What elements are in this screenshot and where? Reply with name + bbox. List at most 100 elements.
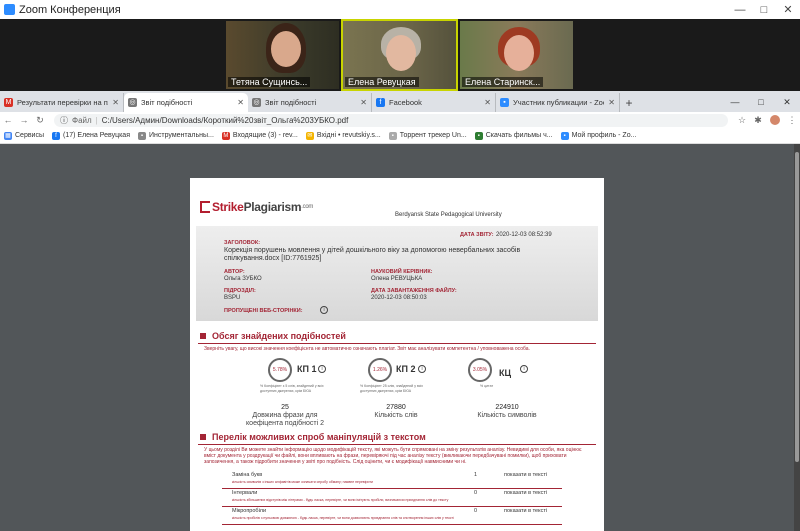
close-tab-icon[interactable]: ✕	[112, 98, 119, 107]
pdf-page: Strike Plagiarism .com Berdyansk State Ped…	[190, 178, 604, 531]
division-name: BSPU	[224, 295, 241, 301]
bookmark-item[interactable]: ▪ Скачать фильмы ч...	[474, 131, 553, 140]
extensions-icon[interactable]: ✱	[750, 115, 766, 126]
close-tab-icon[interactable]: ✕	[608, 98, 615, 107]
kp2-circle: 1.26%	[368, 358, 392, 382]
divider	[222, 524, 562, 525]
document-icon: ◎	[128, 98, 137, 107]
section-bullet-icon	[200, 434, 206, 440]
star-icon[interactable]: ☆	[734, 115, 750, 126]
kp1-note: % Коефіцієнт з 5 слів, знайдений у всіх …	[260, 384, 324, 393]
globe-icon: ◎	[252, 98, 261, 107]
tab-zoom[interactable]: ▪ Участник публикации - Zoom ✕	[496, 93, 620, 112]
report-date: 2020-12-03 08:52:39	[496, 232, 552, 238]
participant-name: Тетяна Сущинсь...	[228, 77, 311, 87]
kc-label: КЦ	[499, 368, 512, 378]
minimize-button[interactable]: —	[722, 93, 748, 112]
divider	[198, 444, 596, 445]
tab-facebook[interactable]: f Facebook ✕	[372, 93, 496, 112]
word-count-label: Кількість слів	[374, 412, 418, 419]
new-tab-button[interactable]: +	[620, 93, 638, 112]
participant-name: Елена Ревуцкая	[345, 77, 419, 87]
close-tab-icon[interactable]: ✕	[484, 98, 491, 107]
bookmark-item[interactable]: ▪ Торрент трекер Un...	[388, 131, 467, 140]
phrase-length-label: Довжина фрази для коефіцента подібності …	[246, 412, 324, 427]
divider: |	[95, 115, 98, 125]
bookmark-item[interactable]: f (17) Елена Ревуцкая	[52, 131, 130, 140]
word-count-value: 27880	[386, 404, 406, 411]
info-icon[interactable]: i	[418, 365, 426, 373]
section-note: Зверніть увагу, що високі значення коефі…	[204, 346, 530, 352]
url-input[interactable]: ⓘ Файл | C:/Users/Админ/Downloads/Коротк…	[54, 113, 728, 127]
maximize-button[interactable]: □	[748, 93, 774, 112]
strikeplagiarism-logo: Strike Plagiarism .com	[200, 200, 313, 214]
window-controls: — □ ✕	[722, 93, 800, 112]
upload-date: 2020-12-03 08:50:03	[371, 295, 427, 301]
show-in-text-link[interactable]: показати в тексті	[504, 490, 547, 496]
author-label: АВТОР:	[224, 269, 245, 275]
participant-video-tile[interactable]: Елена Старинск...	[460, 21, 573, 89]
supervisor-name: Олена РЕВУЦЬКА	[371, 276, 423, 282]
protocol-label: Файл	[72, 115, 92, 125]
pdf-viewer[interactable]: Strike Plagiarism .com Berdyansk State Ped…	[0, 144, 800, 531]
back-arrow-icon[interactable]: ←	[0, 115, 16, 125]
char-count-label: Кількість символів	[477, 412, 537, 419]
divider	[198, 343, 596, 344]
section-bullet-icon	[200, 333, 206, 339]
phrase-length-value: 25	[281, 404, 289, 411]
url-text: C:/Users/Админ/Downloads/Короткий%20звіт…	[101, 115, 349, 125]
video-strip: Тетяна Сущинсь... Елена Ревуцкая Елена С…	[0, 19, 800, 91]
info-icon[interactable]: i	[320, 306, 328, 314]
close-tab-icon[interactable]: ✕	[360, 98, 367, 107]
kp1-label: КП 1	[297, 364, 317, 374]
skipped-pages-label: ПРОПУЩЕНІ ВЕБ-СТОРІНКИ:	[224, 308, 303, 314]
tab-similarity-report[interactable]: ◎ Звіт подібності ✕	[124, 93, 248, 112]
scrollbar-thumb[interactable]	[795, 152, 799, 462]
forward-arrow-icon[interactable]: →	[16, 115, 32, 125]
info-icon[interactable]: i	[520, 365, 528, 373]
bookmark-item[interactable]: M Входящие (3) - rev...	[221, 131, 298, 140]
zoom-title-bar: Zoom Конференция — □ ✕	[0, 0, 800, 19]
info-icon[interactable]: i	[318, 365, 326, 373]
title-label: ЗАГОЛОВОК:	[224, 240, 261, 246]
zoom-logo-icon	[4, 4, 15, 15]
show-in-text-link[interactable]: показати в тексті	[504, 508, 547, 514]
gmail-icon: M	[221, 131, 230, 140]
section-similarity-title: Обсяг знайдених подібностей	[200, 331, 346, 341]
bookmark-item[interactable]: ▪ Мой профиль - Zo...	[560, 131, 636, 140]
bookmark-item[interactable]: ▪ Инструментальны...	[138, 131, 214, 140]
bookmark-item[interactable]: ✉ Вхідні • revutskiy.s...	[305, 131, 381, 140]
show-in-text-link[interactable]: показати в тексті	[504, 472, 547, 478]
maximize-button[interactable]: □	[752, 4, 776, 16]
bookmark-item[interactable]: ▦ Сервисы	[4, 131, 44, 140]
tab-similarity-report-2[interactable]: ◎ Звіт подібності ✕	[248, 93, 372, 112]
participant-video-tile[interactable]: Тетяна Сущинсь...	[226, 21, 339, 89]
bookmarks-bar: ▦ Сервисы f (17) Елена Ревуцкая ▪ Инструмен…	[0, 128, 800, 144]
participant-video-tile[interactable]: Елена Ревуцкая	[341, 19, 458, 91]
report-date-label: ДАТА ЗВІТУ:	[460, 232, 494, 238]
address-bar: ← → ↻ ⓘ Файл | C:/Users/Админ/Downloads/…	[0, 112, 800, 128]
close-tab-icon[interactable]: ✕	[237, 98, 244, 107]
facebook-icon: f	[52, 131, 61, 140]
upload-date-label: ДАТА ЗАВАНТАЖЕННЯ ФАЙЛУ:	[371, 288, 457, 294]
close-button[interactable]: ✕	[774, 93, 800, 112]
document-title: Корекція порушень мовлення у дітей дошкі…	[224, 247, 521, 262]
zoom-icon: ▪	[560, 131, 569, 140]
mail-icon: ✉	[305, 131, 314, 140]
profile-avatar[interactable]	[770, 115, 780, 125]
gmail-icon: M	[4, 98, 13, 107]
menu-icon[interactable]: ⋮	[784, 115, 800, 126]
kp1-circle: 5.78%	[268, 358, 292, 382]
report-metadata: ДАТА ЗВІТУ: 2020-12-03 08:52:39 ЗАГОЛОВО…	[196, 226, 598, 321]
minimize-button[interactable]: —	[728, 4, 752, 16]
tab-plagiarism-results[interactable]: M Результати перевірки на плагіат ✕	[0, 93, 124, 112]
scrollbar[interactable]	[794, 144, 800, 531]
film-icon: ▪	[474, 131, 483, 140]
reload-icon[interactable]: ↻	[32, 115, 48, 126]
kp2-label: КП 2	[396, 364, 416, 374]
close-button[interactable]: ✕	[776, 3, 800, 16]
author-name: Ольга ЗУБКО	[224, 276, 262, 282]
facebook-icon: f	[376, 98, 385, 107]
university-name: Berdyansk State Pedagogical University	[395, 212, 502, 218]
division-label: ПІДРОЗДІЛ:	[224, 288, 256, 294]
